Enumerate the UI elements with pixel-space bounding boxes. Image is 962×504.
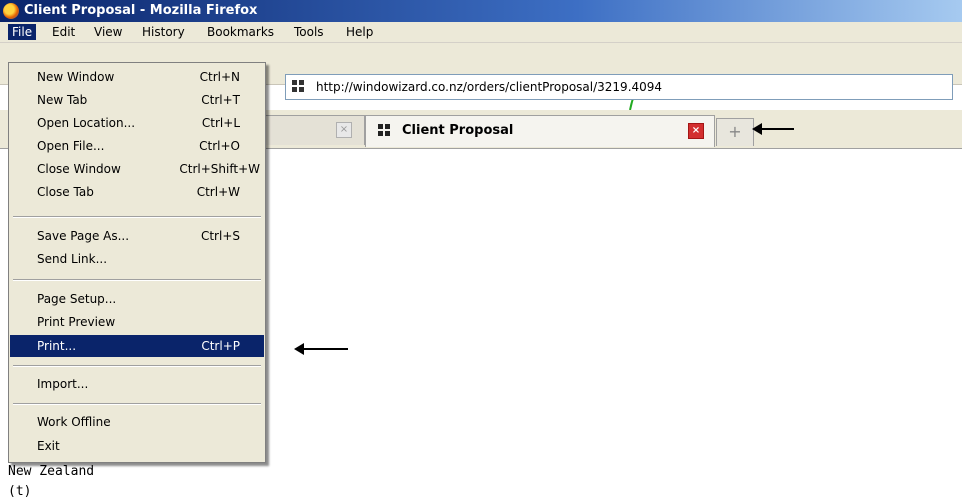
arrow-icon [294,343,348,355]
url-text: http://windowizard.co.nz/orders/clientPr… [316,80,663,94]
site-icon [292,80,304,92]
tab-previous[interactable]: × [265,115,365,145]
window-title: Client Proposal - Mozilla Firefox [24,3,258,18]
menu-separator [13,216,261,218]
menu-item-exit[interactable]: Exit [10,435,264,457]
firefox-icon [3,3,19,19]
menu-item-page-setup[interactable]: Page Setup... [10,288,264,310]
menu-separator [13,403,261,405]
menu-item-open-location[interactable]: Open Location... Ctrl+L [10,112,264,134]
url-bar[interactable]: http://windowizard.co.nz/orders/clientPr… [285,74,953,100]
menu-item-save-page-as[interactable]: Save Page As... Ctrl+S [10,225,264,247]
menu-history[interactable]: History [138,24,189,40]
page-text-line: New Zealand [8,464,95,479]
menu-edit[interactable]: Edit [48,24,79,40]
tab-label: Client Proposal [402,123,514,138]
window-title-bar[interactable]: Client Proposal - Mozilla Firefox [0,0,962,22]
close-icon[interactable]: × [688,123,704,139]
menu-tools[interactable]: Tools [290,24,328,40]
menu-item-close-window[interactable]: Close Window Ctrl+Shift+W [10,158,264,180]
menu-view[interactable]: View [90,24,126,40]
menu-help[interactable]: Help [342,24,377,40]
menu-item-work-offline[interactable]: Work Offline [10,411,264,433]
new-tab-icon: + [728,122,742,141]
menu-item-new-window[interactable]: New Window Ctrl+N [10,66,264,88]
menu-item-import[interactable]: Import... [10,373,264,395]
menu-item-open-file[interactable]: Open File... Ctrl+O [10,135,264,157]
menu-bar: File Edit View History Bookmarks Tools H… [0,22,962,43]
menu-file[interactable]: File [8,24,37,40]
file-menu-dropdown: New Window Ctrl+N New Tab Ctrl+T Open Lo… [8,62,266,463]
new-tab-button[interactable]: + [716,118,754,146]
menu-separator [13,279,261,281]
menu-item-send-link[interactable]: Send Link... [10,248,264,270]
menu-item-new-tab[interactable]: New Tab Ctrl+T [10,89,264,111]
menu-item-print[interactable]: Print... Ctrl+P [10,335,264,357]
menu-item-close-tab[interactable]: Close Tab Ctrl+W [10,181,264,203]
close-icon[interactable]: × [336,122,352,138]
menu-separator [13,365,261,367]
menu-item-print-preview[interactable]: Print Preview [10,311,264,333]
tab-client-proposal[interactable]: Client Proposal × [365,115,715,147]
page-text-line: (t) [8,484,32,499]
site-icon [378,124,390,136]
arrow-icon [752,123,794,135]
menu-bookmarks[interactable]: Bookmarks [203,24,278,40]
